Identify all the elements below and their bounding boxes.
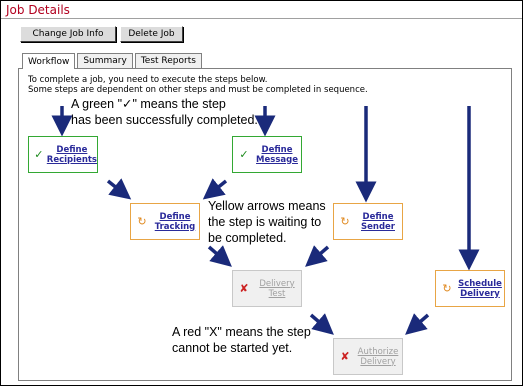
step-label-line-1: Delivery <box>259 278 295 289</box>
instructions-line-2: Some steps are dependent on other steps … <box>28 85 368 95</box>
step-label-line-2: Message <box>256 154 298 165</box>
step-label-line-1: Authorize <box>357 346 399 357</box>
step-label: Authorize Delivery <box>354 347 402 367</box>
step-label-line-1: Schedule <box>458 278 502 289</box>
step-authorize-delivery: ✘ Authorize Delivery <box>333 338 403 375</box>
callout-yellow: Yellow arrows means the step is waiting … <box>208 198 326 246</box>
callout-red: A red "X" means the step cannot be start… <box>172 324 311 356</box>
step-label-line-2: Sender <box>361 221 395 232</box>
step-label: Define Recipients <box>47 145 97 165</box>
callout-yellow-line-2: the step is waiting to <box>208 215 322 229</box>
check-icon: ✓ <box>239 148 249 161</box>
tab-summary[interactable]: Summary <box>77 53 133 68</box>
callout-yellow-line-1: Yellow arrows means <box>208 199 326 213</box>
tab-bar: Workflow Summary Test Reports <box>22 53 204 69</box>
step-define-tracking[interactable]: ↻ Define Tracking <box>130 203 200 240</box>
waiting-icon: ↻ <box>137 215 147 228</box>
step-label: Schedule Delivery <box>456 279 504 299</box>
x-icon: ✘ <box>340 350 350 363</box>
tab-workflow[interactable]: Workflow <box>22 53 76 69</box>
step-label: Define Sender <box>354 212 402 232</box>
step-schedule-delivery[interactable]: ↻ Schedule Delivery <box>435 270 505 307</box>
x-icon: ✘ <box>239 282 249 295</box>
step-label: Define Message <box>253 145 301 165</box>
callout-red-line-1: A red "X" means the step <box>172 325 311 339</box>
step-label: Delivery Test <box>253 279 301 299</box>
step-label-line-1: Define <box>56 144 88 155</box>
step-label-line-2: Test <box>268 288 286 299</box>
waiting-icon: ↻ <box>340 215 350 228</box>
callout-red-line-2: cannot be started yet. <box>172 341 293 355</box>
delete-job-button[interactable]: Delete Job <box>120 26 183 42</box>
step-label-line-2: Delivery <box>360 356 396 367</box>
step-define-sender[interactable]: ↻ Define Sender <box>333 203 403 240</box>
tab-test-reports[interactable]: Test Reports <box>134 53 202 68</box>
step-label-line-1: Define <box>362 211 394 222</box>
step-label-line-1: Define <box>159 211 191 222</box>
header-bar: Job Details <box>1 1 522 19</box>
step-label-line-2: Recipients <box>46 154 97 165</box>
step-define-message[interactable]: ✓ Define Message <box>232 136 302 173</box>
step-label-line-2: Tracking <box>154 221 196 232</box>
callout-green-line-1: A green "✓" means the step <box>71 97 226 111</box>
check-icon: ✓ <box>34 148 44 161</box>
instructions-line-1: To complete a job, you need to execute t… <box>28 75 268 85</box>
waiting-icon: ↻ <box>442 282 452 295</box>
change-job-info-button[interactable]: Change Job Info <box>20 26 116 42</box>
step-label-line-2: Delivery <box>460 288 500 299</box>
callout-yellow-line-3: be completed. <box>208 231 287 245</box>
step-delivery-test: ✘ Delivery Test <box>232 270 302 307</box>
step-label: Define Tracking <box>151 212 199 232</box>
page-title: Job Details <box>6 3 70 17</box>
step-label-line-1: Define <box>261 144 293 155</box>
step-define-recipients[interactable]: ✓ Define Recipients <box>28 136 98 173</box>
callout-green-line-2: has been successfully completed. <box>71 113 258 127</box>
instructions: To complete a job, you need to execute t… <box>28 75 368 95</box>
callout-green: A green "✓" means the step has been succ… <box>71 96 258 128</box>
